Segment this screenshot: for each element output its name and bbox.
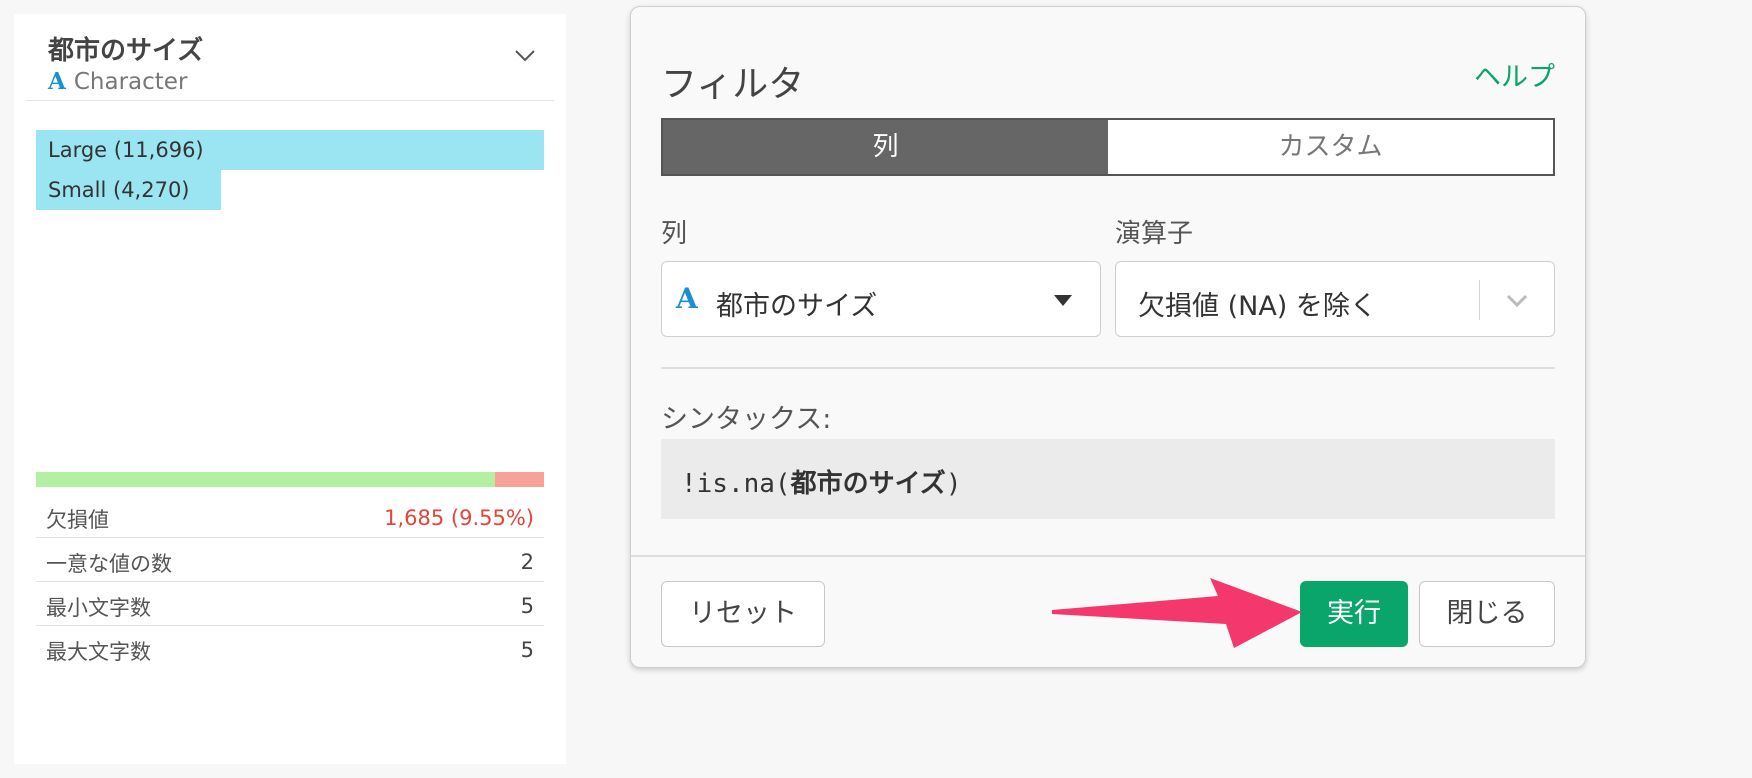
tab-column[interactable]: 列: [663, 120, 1108, 174]
tab-custom[interactable]: カスタム: [1108, 120, 1553, 174]
chevron-down-icon: [1506, 294, 1528, 308]
caret-down-icon: [1054, 295, 1072, 306]
column-select[interactable]: A 都市のサイズ: [661, 261, 1101, 337]
missing-ratio-bar: [36, 472, 544, 487]
footer-divider: [631, 555, 1585, 557]
stat-label: 欠損値: [46, 508, 109, 532]
character-type-icon: A: [676, 282, 698, 315]
stat-row-max-length: 最大文字数 5: [36, 626, 544, 670]
column-summary-card: 都市のサイズ A Character Large (11,696) Small …: [14, 14, 566, 764]
character-type-icon: A: [48, 68, 66, 95]
stat-value: 5: [520, 594, 534, 618]
stat-label: 最小文字数: [46, 596, 151, 620]
filter-dialog: フィルタ ヘルプ 列 カスタム 列 演算子 A 都市のサイズ 欠損値 (NA) …: [630, 6, 1586, 668]
stat-label: 最大文字数: [46, 640, 151, 664]
operator-field-label: 演算子: [1115, 219, 1194, 249]
column-type-label: Character: [73, 68, 188, 95]
stat-label: 一意な値の数: [46, 552, 172, 576]
column-header[interactable]: 都市のサイズ A Character: [26, 14, 554, 101]
column-name: 都市のサイズ: [48, 36, 204, 66]
operator-select[interactable]: 欠損値 (NA) を除く: [1115, 261, 1555, 337]
stat-row-missing: 欠損値 1,685 (9.55%): [36, 494, 544, 538]
value-bar-large[interactable]: Large (11,696): [36, 130, 544, 170]
value-bar-small[interactable]: Small (4,270): [36, 170, 221, 210]
syntax-suffix: ): [945, 469, 962, 499]
chevron-down-icon[interactable]: [510, 40, 540, 70]
reset-button[interactable]: リセット: [661, 581, 825, 647]
filter-mode-tabs: 列 カスタム: [661, 118, 1555, 176]
stat-row-min-length: 最小文字数 5: [36, 582, 544, 626]
stat-row-unique: 一意な値の数 2: [36, 538, 544, 582]
stat-value: 5: [520, 638, 534, 662]
column-type-row: A Character: [48, 68, 187, 95]
syntax-label: シンタックス:: [661, 404, 832, 435]
stat-value: 1,685 (9.55%): [384, 506, 534, 530]
section-divider: [661, 367, 1555, 369]
dialog-title: フィルタ: [661, 64, 805, 105]
stat-value: 2: [520, 550, 534, 574]
close-button[interactable]: 閉じる: [1419, 581, 1555, 647]
column-stats: 欠損値 1,685 (9.55%) 一意な値の数 2 最小文字数 5 最大文字数…: [36, 494, 544, 670]
syntax-preview: !is.na(都市のサイズ): [661, 439, 1555, 519]
syntax-argument: 都市のサイズ: [790, 469, 946, 499]
run-button[interactable]: 実行: [1300, 581, 1408, 647]
non-missing-segment: [36, 472, 495, 487]
syntax-prefix: !is.na(: [681, 469, 791, 499]
help-link[interactable]: ヘルプ: [1474, 55, 1555, 94]
annotation-arrow: [1052, 578, 1302, 648]
operator-select-value: 欠損値 (NA) を除く: [1138, 291, 1377, 322]
select-separator: [1478, 280, 1480, 320]
missing-segment: [495, 472, 544, 487]
column-select-value: 都市のサイズ: [716, 291, 878, 322]
column-field-label: 列: [661, 219, 688, 249]
syntax-code: !is.na(都市のサイズ): [681, 463, 961, 500]
